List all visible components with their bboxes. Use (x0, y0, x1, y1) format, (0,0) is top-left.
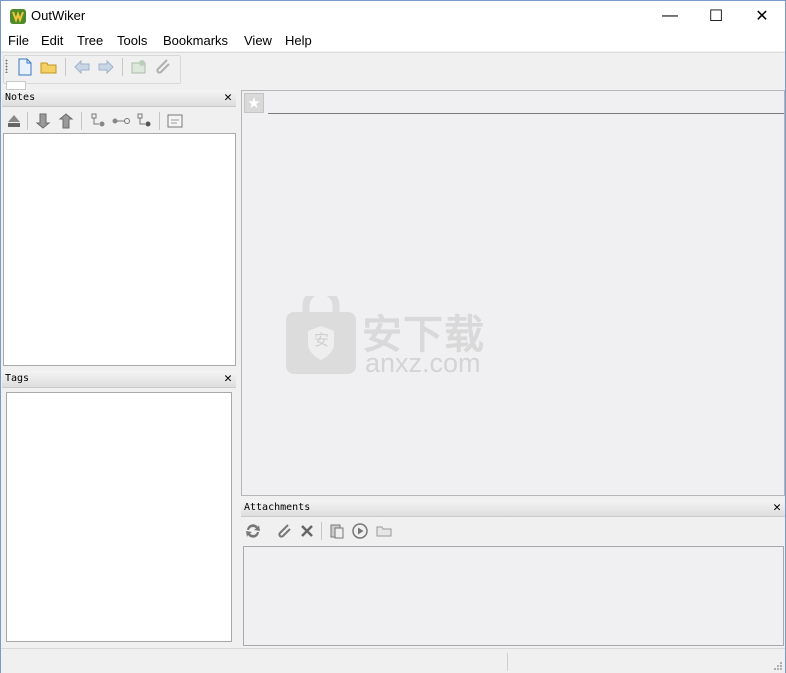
note-up-level-icon[interactable] (5, 112, 23, 130)
attachments-panel-close-icon[interactable]: ✕ (773, 500, 781, 515)
back-arrow-icon[interactable] (72, 57, 92, 77)
status-bar-divider (507, 653, 508, 671)
toolbar-separator (65, 58, 66, 76)
menu-file[interactable]: File (8, 33, 29, 48)
menu-tools[interactable]: Tools (117, 33, 147, 48)
refresh-icon[interactable] (244, 522, 262, 540)
attachments-panel-header: Attachments ✕ (241, 500, 785, 517)
move-up-icon[interactable] (57, 112, 75, 130)
notes-panel-header: Notes ✕ (2, 90, 236, 107)
maximize-icon: ☐ (708, 8, 724, 25)
attach-icon[interactable] (153, 57, 173, 77)
watermark: 安 安下载 anxz.com (286, 287, 501, 381)
status-bar (1, 648, 785, 673)
open-attachments-folder-icon[interactable] (375, 522, 393, 540)
main-toolbar (1, 52, 785, 90)
notes-panel-close-icon[interactable]: ✕ (224, 90, 232, 105)
watermark-badge: 安 (314, 332, 330, 349)
close-icon: ✕ (755, 8, 769, 25)
remove-attachment-icon[interactable] (298, 522, 316, 540)
watermark-domain: anxz.com (365, 348, 481, 378)
tags-panel-title: Tags (5, 373, 30, 384)
toolbar-tab-handle[interactable] (6, 81, 26, 90)
menu-view[interactable]: View (244, 33, 272, 48)
minimize-icon: — (662, 7, 678, 24)
forward-arrow-icon[interactable] (96, 57, 116, 77)
maximize-button[interactable]: ☐ (693, 1, 739, 31)
toolbar-separator (122, 58, 123, 76)
outwiker-logo-icon (10, 9, 26, 24)
menu-help[interactable]: Help (285, 33, 312, 48)
close-button[interactable]: ✕ (739, 1, 785, 31)
note-content-area[interactable]: ★ (241, 90, 785, 496)
open-folder-icon[interactable] (39, 57, 59, 77)
remove-note-icon[interactable] (135, 112, 153, 130)
attachments-panel-title: Attachments (244, 502, 311, 513)
resize-grip-icon[interactable] (773, 661, 783, 671)
notes-panel-title: Notes (5, 92, 36, 103)
bookmark-star-icon[interactable]: ★ (244, 93, 264, 113)
tags-panel-header: Tags ✕ (2, 371, 236, 388)
tags-cloud[interactable] (6, 392, 232, 642)
attach-file-icon[interactable] (275, 522, 293, 540)
attachments-list[interactable] (243, 546, 784, 646)
notes-toolbar-separator (159, 112, 160, 130)
tags-panel-close-icon[interactable]: ✕ (224, 371, 232, 386)
reload-icon[interactable] (129, 57, 149, 77)
window-title: OutWiker (31, 8, 86, 23)
move-down-icon[interactable] (34, 112, 52, 130)
add-child-note-icon[interactable] (89, 112, 107, 130)
notes-tree[interactable] (3, 133, 236, 366)
note-title-underline (268, 113, 784, 114)
menu-bar: File Edit Tree Tools Bookmarks View Help (1, 31, 785, 51)
new-file-icon[interactable] (15, 57, 35, 77)
execute-icon[interactable] (351, 522, 369, 540)
attachments-toolbar-separator (321, 522, 322, 540)
menu-bookmarks[interactable]: Bookmarks (163, 33, 228, 48)
toolbar-grip-icon[interactable] (5, 59, 8, 73)
add-sibling-note-icon[interactable] (112, 112, 130, 130)
note-properties-icon[interactable] (166, 112, 184, 130)
menu-tree[interactable]: Tree (77, 33, 103, 48)
app-window: OutWiker — ☐ ✕ File Edit Tree Tools Book… (0, 0, 786, 673)
minimize-button[interactable]: — (647, 1, 693, 31)
notes-toolbar-separator (81, 112, 82, 130)
notes-toolbar-separator (27, 112, 28, 130)
menu-edit[interactable]: Edit (41, 33, 63, 48)
paste-attachment-icon[interactable] (328, 522, 346, 540)
title-bar: OutWiker — ☐ ✕ (1, 1, 785, 31)
